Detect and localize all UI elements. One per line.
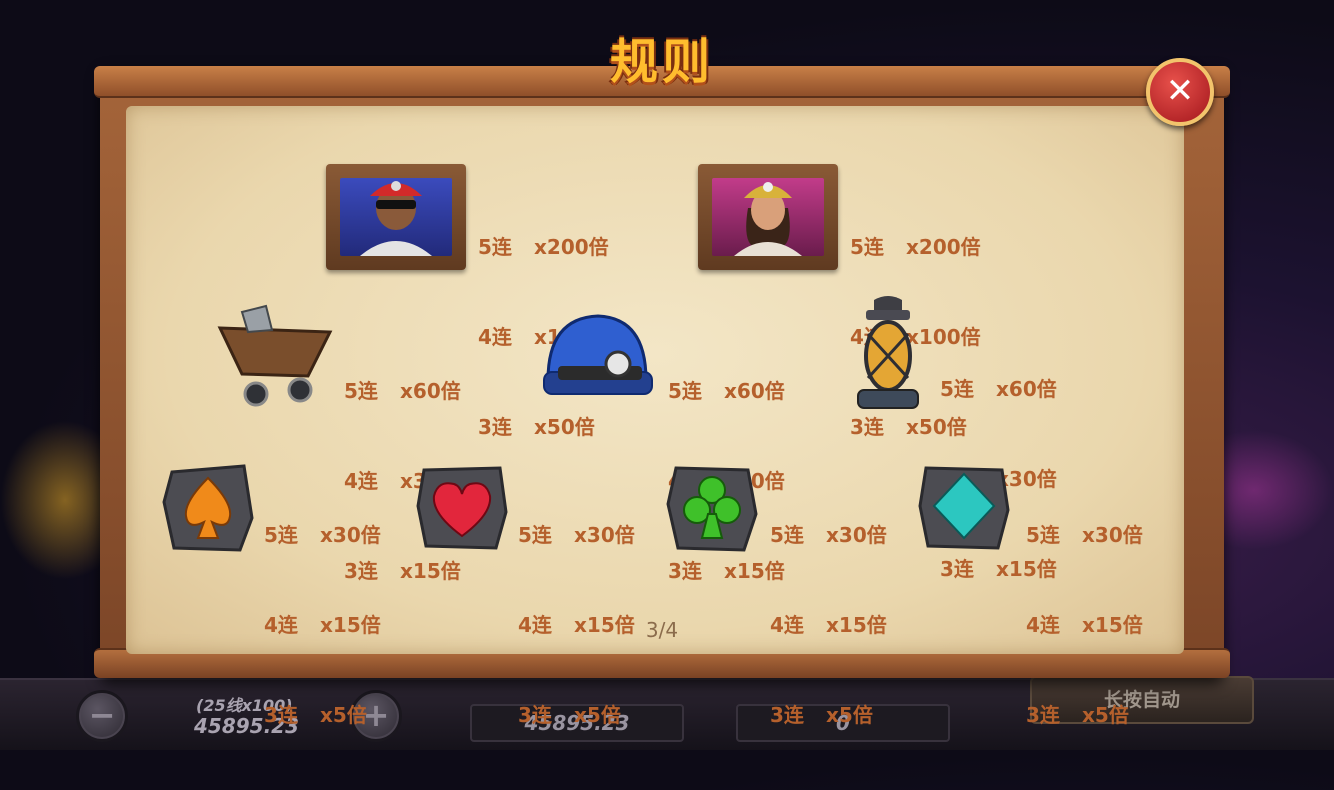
symbol-mine-cart: 5连x60倍 4连x30倍 3连x15倍 bbox=[212, 302, 461, 583]
panel-title: 规则 bbox=[609, 34, 714, 90]
helmet-icon bbox=[543, 314, 653, 395]
diamond-icon bbox=[918, 466, 1010, 550]
symbol-helmet: 5连x60倍 4连x30倍 3连x15倍 bbox=[538, 310, 785, 583]
decrease-bet-button[interactable]: − bbox=[76, 690, 128, 742]
page-indicator: 3/4 bbox=[645, 618, 679, 642]
close-button[interactable]: ✕ bbox=[1146, 58, 1214, 126]
male-miner-icon bbox=[326, 164, 466, 270]
lantern-icon bbox=[857, 296, 919, 409]
spade-icon bbox=[162, 464, 254, 552]
mine-cart-icon bbox=[217, 304, 333, 407]
rules-panel: 规则 ✕ 5连x200倍 4连x100倍 3连x50倍 bbox=[94, 34, 1230, 727]
symbol-lantern: 5连x60倍 4连x30倍 3连x15倍 bbox=[846, 294, 1057, 581]
heart-icon bbox=[416, 466, 508, 550]
club-icon bbox=[666, 466, 758, 552]
female-miner-icon bbox=[698, 164, 838, 270]
